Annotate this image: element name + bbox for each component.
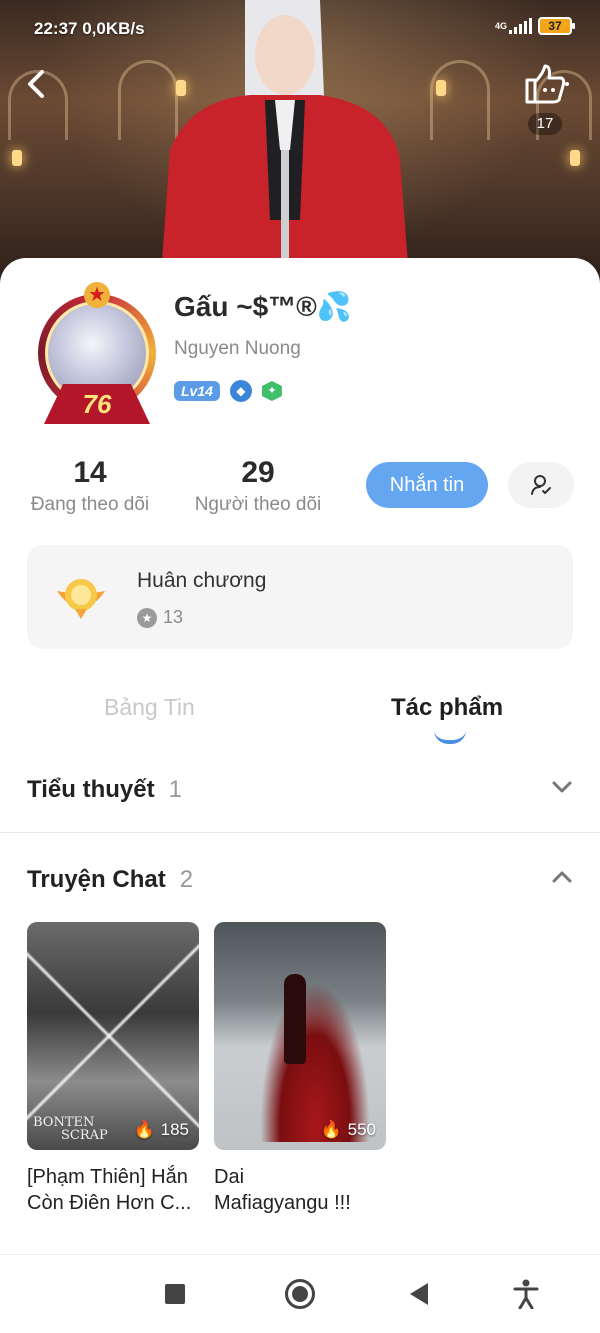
- message-button[interactable]: Nhắn tin: [366, 462, 488, 508]
- section-chat-count: 2: [179, 866, 194, 893]
- following-stat[interactable]: 14 Đang theo dõi: [26, 456, 154, 516]
- view-count: 🔥 185: [133, 1120, 189, 1139]
- back-button[interactable]: [22, 66, 58, 102]
- battery-level: 37: [548, 19, 562, 33]
- status-time: 22:37 0,0KB/s: [34, 19, 145, 38]
- followers-stat[interactable]: 29 Người theo dõi: [190, 456, 326, 516]
- user-follow-icon: [531, 475, 551, 495]
- network-type: 4G: [494, 21, 507, 31]
- status-bar: 22:37 0,0KB/s 4G 37: [0, 0, 600, 56]
- home-icon[interactable]: [285, 1279, 315, 1309]
- section-novels-count: 1: [168, 776, 182, 803]
- story-title[interactable]: Dai Mafiagyangu !!!: [214, 1164, 390, 1216]
- star-icon: ★: [137, 607, 157, 628]
- medal-title: Huân chương: [137, 569, 267, 592]
- flame-icon: 🔥: [320, 1120, 342, 1139]
- section-novels-title: Tiểu thuyết: [27, 776, 155, 803]
- story-card[interactable]: BONTEN SCRAP 🔥 185 [Phạm Thiên] Hắn Còn …: [27, 922, 199, 1216]
- like-button[interactable]: 17: [520, 62, 570, 135]
- active-tab-indicator: [434, 730, 466, 744]
- view-count: 🔥 550: [320, 1120, 376, 1139]
- level-badge[interactable]: Lv14: [174, 381, 220, 401]
- story-title[interactable]: [Phạm Thiên] Hắn Còn Điên Hơn C...: [27, 1164, 203, 1216]
- recent-apps-icon[interactable]: [165, 1284, 185, 1304]
- system-nav-bar: [0, 1254, 600, 1333]
- tab-news[interactable]: Bảng Tin: [104, 694, 195, 721]
- star-icon: ★: [84, 282, 110, 308]
- cover-caption: BONTEN SCRAP: [33, 1115, 108, 1143]
- medal-card[interactable]: Huân chương ★ 13: [27, 545, 573, 649]
- medal-icon: [57, 579, 105, 619]
- flame-icon: 🔥: [133, 1120, 155, 1139]
- followers-label: Người theo dõi: [194, 494, 322, 515]
- section-chat-header[interactable]: Truyện Chat 2: [27, 866, 573, 894]
- chevron-down-icon[interactable]: [551, 780, 573, 794]
- back-icon[interactable]: [410, 1283, 428, 1305]
- display-name: Gấu ~$™®💦: [174, 291, 352, 322]
- medal-count: ★ 13: [137, 607, 183, 628]
- username: Nguyen Nuong: [174, 338, 301, 359]
- leaf-badge-icon[interactable]: ✦: [261, 381, 282, 401]
- chevron-left-icon: [28, 70, 44, 98]
- following-count: 14: [73, 456, 107, 489]
- sweat-droplets-emoji: 💦: [316, 291, 352, 322]
- accessibility-icon[interactable]: [513, 1279, 539, 1309]
- like-count: 17: [528, 113, 562, 135]
- story-cover[interactable]: BONTEN SCRAP 🔥 185: [27, 922, 199, 1150]
- story-cover[interactable]: 🔥 550: [214, 922, 386, 1150]
- section-divider: [0, 832, 600, 833]
- diamond-badge-icon[interactable]: ◆: [229, 380, 252, 402]
- battery-icon: 37: [538, 17, 575, 35]
- story-card[interactable]: 🔥 550 Dai Mafiagyangu !!!: [214, 922, 386, 1216]
- following-label: Đang theo dõi: [30, 494, 150, 515]
- follow-button[interactable]: [508, 462, 574, 508]
- section-novels-header[interactable]: Tiểu thuyết 1: [27, 776, 573, 804]
- chevron-up-icon[interactable]: [551, 870, 573, 884]
- thumbs-up-icon: [525, 64, 569, 104]
- avatar[interactable]: ★ 76: [30, 282, 164, 426]
- badge-row: Lv14 ◆ ✦: [174, 380, 282, 402]
- signal-icon: [509, 18, 532, 34]
- status-icons: 4G 37: [494, 17, 575, 35]
- section-chat-title: Truyện Chat: [27, 866, 166, 893]
- followers-count: 29: [241, 456, 275, 489]
- tab-works[interactable]: Tác phẩm: [391, 694, 503, 722]
- profile-card: ★ 76 Gấu ~$™®💦 Nguyen Nuong Lv14 ◆ ✦ 14 …: [0, 258, 600, 1258]
